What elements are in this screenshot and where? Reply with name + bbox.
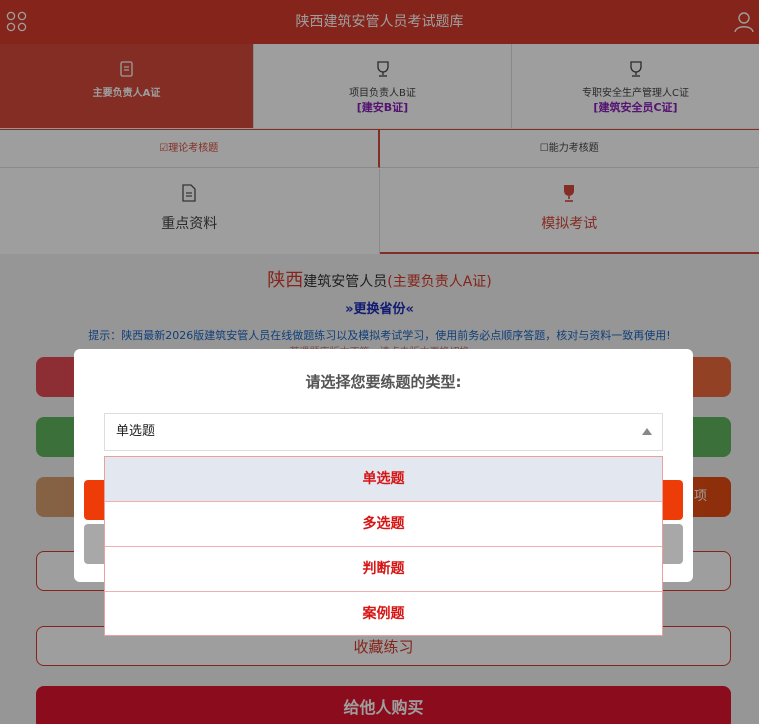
modal-title: 请选择您要练题的类型: <box>305 373 462 391</box>
option-single-choice[interactable]: 单选题 <box>105 457 662 502</box>
option-case-study[interactable]: 案例题 <box>105 592 662 637</box>
question-type-select[interactable]: 单选题 <box>104 413 663 451</box>
option-multiple-choice[interactable]: 多选题 <box>105 502 662 547</box>
question-type-dropdown: 单选题 多选题 判断题 案例题 <box>104 456 663 636</box>
select-value: 单选题 <box>116 424 156 439</box>
option-true-false[interactable]: 判断题 <box>105 547 662 592</box>
caret-up-icon <box>642 428 652 435</box>
